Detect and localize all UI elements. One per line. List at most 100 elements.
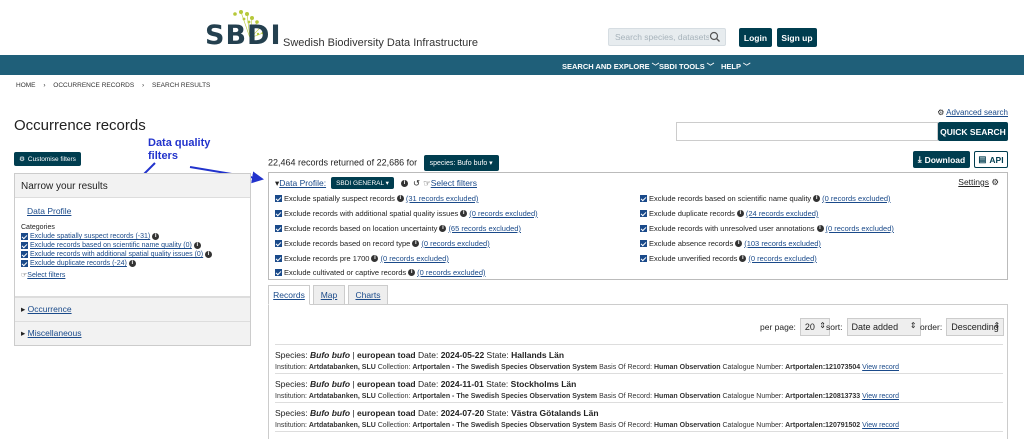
dq-profile-dropdown[interactable]: SBDI GENERAL ▾ [331,177,394,189]
view-record-link[interactable]: View record [862,364,899,371]
checkbox-checked-icon[interactable] [275,255,282,262]
nav-help[interactable]: HELP ﹀ [721,61,750,72]
sidebar-profile-title[interactable]: Data Profile [27,206,244,216]
nav-search-explore[interactable]: SEARCH AND EXPLORE ﹀ [562,61,659,72]
tab-records-label[interactable]: Records [273,290,305,300]
info-icon[interactable]: i [816,225,824,232]
info-icon[interactable]: i [736,210,744,217]
species-filter-dropdown[interactable]: species: Bufo bufo ▾ [423,155,499,171]
info-icon[interactable]: i [152,233,160,240]
info-icon[interactable]: i [739,255,747,262]
sidebar-category-item[interactable]: Exclude records based on scientific name… [21,242,244,249]
dq-excluded-link[interactable]: (0 records excluded) [417,268,485,277]
settings-label[interactable]: Settings [958,177,989,187]
dq-excluded-link[interactable]: (0 records excluded) [826,224,894,233]
view-record-link[interactable]: View record [862,422,899,429]
sort-select[interactable]: Date added [846,318,921,336]
dq-excluded-link[interactable]: (0 records excluded) [822,194,890,203]
dq-filter-item[interactable]: Exclude records pre 1700 i (0 records excl… [275,254,449,263]
dq-filter-item[interactable]: Exclude absence records i (103 records exc… [640,239,821,248]
customise-filters-button[interactable]: ⚙ Customise filters [14,152,81,166]
checkbox-checked-icon[interactable] [21,260,28,267]
search-icon[interactable] [708,30,722,44]
search-input[interactable]: Search species, datasets [615,32,709,42]
download-button[interactable]: ⤓ Download [913,151,970,168]
info-icon[interactable]: i [193,242,201,249]
advanced-search-label[interactable]: Advanced search [946,108,1008,117]
checkbox-checked-icon[interactable] [275,195,282,202]
info-icon[interactable]: i [371,255,379,262]
dq-select-filters-link[interactable]: Select filters [431,178,477,188]
dq-filter-item[interactable]: Exclude records based on location uncert… [275,224,521,233]
checkbox-checked-icon[interactable] [640,240,647,247]
sidebar-select-filters[interactable]: ☞ Select filters [21,271,244,280]
checkbox-checked-icon[interactable] [21,242,28,249]
info-icon[interactable]: i [205,251,213,258]
reset-icon[interactable]: ↺ [413,178,420,189]
checkbox-checked-icon[interactable] [21,251,28,258]
category-label[interactable]: Exclude records with additional spatial … [30,251,203,258]
view-record-link[interactable]: View record [862,393,899,400]
dq-settings-link[interactable]: Settings ⚙ [958,177,999,188]
facet-occurrence-label[interactable]: Occurrence [28,304,72,314]
dq-excluded-link[interactable]: (0 records excluded) [380,254,448,263]
dq-excluded-link[interactable]: (0 records excluded) [469,209,537,218]
dq-excluded-link[interactable]: (65 records excluded) [448,224,521,233]
facet-occurrence[interactable]: ▸ Occurrence [15,297,250,321]
dq-filter-item[interactable]: Exclude spatially suspect records i (31 re… [275,194,478,203]
order-select[interactable]: Descending [946,318,1005,336]
advanced-search-link[interactable]: ⚙ Advanced search [937,108,1008,117]
select-filters-link[interactable]: Select filters [27,272,65,279]
info-icon[interactable]: i [396,195,404,202]
info-icon[interactable]: i [813,195,821,202]
tab-charts-label[interactable]: Charts [355,290,380,300]
dq-profile-label[interactable]: Data Profile: [279,178,326,188]
checkbox-checked-icon[interactable] [640,210,647,217]
dq-excluded-link[interactable]: (0 records excluded) [421,239,489,248]
dq-excluded-link[interactable]: (24 records excluded) [746,209,819,218]
dq-filter-item[interactable]: Exclude records based on record type i (0 … [275,239,490,248]
category-label[interactable]: Exclude records based on scientific name… [30,242,192,249]
checkbox-checked-icon[interactable] [21,233,28,240]
sidebar-category-item[interactable]: Exclude records with additional spatial … [21,251,244,258]
info-icon[interactable]: i [408,269,416,276]
dq-excluded-link[interactable]: (0 records excluded) [748,254,816,263]
info-icon[interactable]: i [735,240,743,247]
checkbox-checked-icon[interactable] [640,255,647,262]
category-label[interactable]: Exclude spatially suspect records (-31) [30,233,150,240]
api-button[interactable]: ▤ API [974,151,1008,168]
breadcrumb-occurrence[interactable]: OCCURRENCE RECORDS [53,82,134,89]
tab-map[interactable]: Map [313,285,345,305]
dq-filter-item[interactable]: Exclude records with unresolved user ann… [640,224,894,233]
checkbox-checked-icon[interactable] [275,269,282,276]
dq-filter-item[interactable]: Exclude cultivated or captive records i (0… [275,268,486,277]
site-search[interactable]: Search species, datasets [608,28,726,46]
checkbox-checked-icon[interactable] [275,210,282,217]
info-icon[interactable]: i [412,240,420,247]
dq-filter-item[interactable]: Exclude unverified records i (0 records ex… [640,254,817,263]
tab-charts[interactable]: Charts [348,285,388,305]
info-icon[interactable]: i [128,260,136,267]
nav-sbdi-tools[interactable]: SBDI TOOLS ﹀ [659,61,714,72]
checkbox-checked-icon[interactable] [275,240,282,247]
dq-filter-item[interactable]: Exclude duplicate records i (24 records ex… [640,209,818,218]
signup-button[interactable]: Sign up [777,28,817,47]
checkbox-checked-icon[interactable] [640,195,647,202]
category-label[interactable]: Exclude duplicate records (-24) [30,260,127,267]
tab-map-label[interactable]: Map [321,290,338,300]
info-icon[interactable]: i [439,225,447,232]
sidebar-category-item[interactable]: Exclude spatially suspect records (-31) i [21,233,244,240]
quick-search-button[interactable]: QUICK SEARCH [938,122,1008,141]
facet-misc[interactable]: ▸ Miscellaneous [15,321,250,345]
checkbox-checked-icon[interactable] [640,225,647,232]
info-icon[interactable]: i [460,210,468,217]
login-button[interactable]: Login [739,28,772,47]
checkbox-checked-icon[interactable] [275,225,282,232]
dq-filter-item[interactable]: Exclude records with additional spatial … [275,209,538,218]
sidebar-category-item[interactable]: Exclude duplicate records (-24) i [21,260,244,267]
dq-filter-item[interactable]: Exclude records based on scientific name… [640,194,891,203]
quick-search-input[interactable] [676,122,938,141]
dq-excluded-link[interactable]: (31 records excluded) [406,194,479,203]
facet-misc-label[interactable]: Miscellaneous [28,328,82,338]
breadcrumb-home[interactable]: HOME [16,82,36,89]
